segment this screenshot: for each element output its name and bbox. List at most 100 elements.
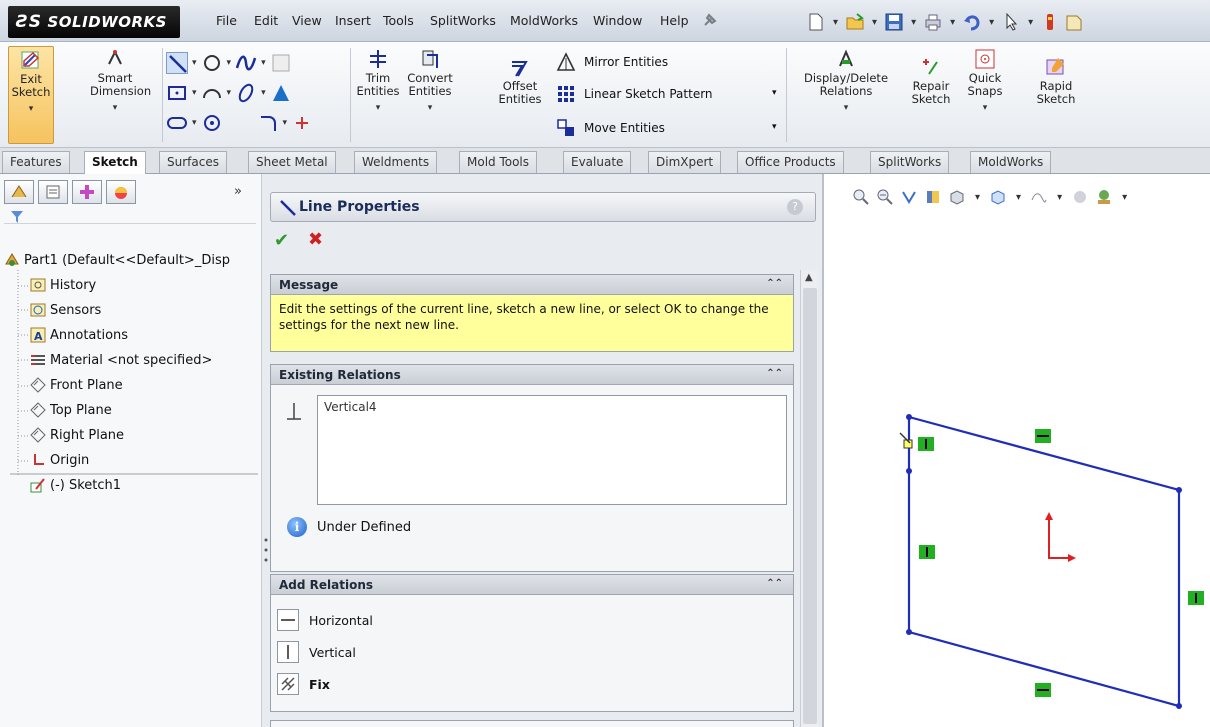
tab-weldments[interactable]: Weldments: [354, 151, 438, 173]
undo-icon[interactable]: [962, 12, 982, 32]
fillet-dropdown-icon[interactable]: ▾: [283, 118, 288, 128]
tab-sheet-metal[interactable]: Sheet Metal: [248, 151, 336, 173]
tree-root-part[interactable]: Part1 (Default<<Default>_Disp: [4, 252, 230, 268]
quick-snaps-button[interactable]: Quick Snaps ▾: [962, 48, 1008, 115]
horizontal-relation-marker[interactable]: [1035, 683, 1051, 697]
tree-item-sketch1[interactable]: (-) Sketch1: [30, 477, 121, 493]
line-tool-icon[interactable]: [166, 52, 188, 74]
tree-item-history[interactable]: History: [30, 277, 96, 293]
text-tool-icon[interactable]: [270, 82, 292, 104]
menu-splitworks[interactable]: SplitWorks: [430, 13, 496, 28]
help-button[interactable]: ?: [787, 199, 803, 215]
tab-office-products[interactable]: Office Products: [737, 151, 844, 173]
graphics-area[interactable]: ▾ ▾ ▾ ▾: [822, 174, 1210, 727]
vertical-relation-marker[interactable]: [1188, 591, 1204, 605]
new-document-icon[interactable]: [806, 12, 826, 32]
tree-item-origin[interactable]: Origin: [30, 452, 89, 468]
sketch-parallelogram[interactable]: [907, 415, 1181, 708]
line-dropdown-icon[interactable]: ▾: [192, 58, 197, 68]
solidworks-logo[interactable]: ƧS SOLIDWORKS: [8, 6, 180, 38]
tab-surfaces[interactable]: Surfaces: [159, 151, 227, 173]
exit-sketch-button[interactable]: Exit Sketch ▾: [8, 46, 54, 144]
repair-sketch-button[interactable]: Repair Sketch: [908, 56, 954, 106]
menu-edit[interactable]: Edit: [254, 13, 278, 28]
menu-moldworks[interactable]: MoldWorks: [510, 13, 578, 28]
pattern-dropdown-icon[interactable]: ▾: [772, 88, 777, 98]
quick-snaps-dropdown-icon[interactable]: ▾: [962, 102, 1008, 115]
fillet-tool-icon[interactable]: [257, 112, 279, 134]
arc-tool-icon[interactable]: [201, 82, 223, 104]
ok-button[interactable]: ✔: [274, 230, 289, 251]
collapse-chevron-icon[interactable]: ⌃⌃: [766, 278, 783, 289]
cancel-button[interactable]: ✖: [308, 229, 323, 250]
convert-entities-button[interactable]: Convert Entities ▾: [404, 48, 456, 115]
sketch-vertex[interactable]: [1176, 487, 1182, 493]
add-relation-horizontal[interactable]: Horizontal: [277, 609, 373, 631]
offset-entities-button[interactable]: Offset Entities: [494, 56, 546, 106]
tab-sketch[interactable]: Sketch: [84, 151, 146, 174]
relation-item-vertical4[interactable]: Vertical4: [324, 400, 377, 414]
vertical-relation-marker[interactable]: [918, 437, 934, 451]
mirror-entities-button[interactable]: Mirror Entities: [556, 52, 668, 72]
rectangle-tool-icon[interactable]: [166, 82, 188, 104]
exit-sketch-dropdown-icon[interactable]: ▾: [9, 103, 53, 116]
print-icon[interactable]: [923, 12, 943, 32]
file-properties-icon[interactable]: [1064, 12, 1084, 32]
tab-moldworks[interactable]: MoldWorks: [970, 151, 1052, 173]
open-folder-icon[interactable]: [845, 12, 865, 32]
tab-features[interactable]: Features: [2, 151, 70, 173]
tree-item-annotations[interactable]: A Annotations: [30, 327, 128, 343]
horizontal-relation-marker[interactable]: [1035, 429, 1051, 443]
tree-item-sensors[interactable]: Sensors: [30, 302, 101, 318]
sketch-vertex[interactable]: [906, 629, 912, 635]
sketch-midpoint[interactable]: [906, 468, 912, 474]
rapid-sketch-button[interactable]: Rapid Sketch: [1030, 56, 1082, 106]
display-delete-relations-button[interactable]: Display/Delete Relations ▾: [792, 48, 900, 115]
tab-evaluate[interactable]: Evaluate: [563, 151, 632, 173]
add-relations-header[interactable]: Add Relations ⌃⌃: [271, 575, 793, 595]
trim-entities-button[interactable]: Trim Entities ▾: [356, 48, 400, 115]
slot-dropdown-icon[interactable]: ▾: [192, 118, 197, 128]
spline-tool-icon[interactable]: [235, 52, 257, 74]
smart-dimension-dropdown-icon[interactable]: ▾: [72, 102, 158, 115]
sketch-canvas[interactable]: [824, 174, 1210, 727]
message-group-header[interactable]: Message ⌃⌃: [271, 275, 793, 295]
tab-dimxpert[interactable]: DimXpert: [648, 151, 722, 173]
tree-item-front-plane[interactable]: Front Plane: [30, 377, 123, 393]
menu-view[interactable]: View: [292, 13, 322, 28]
tab-mold-tools[interactable]: Mold Tools: [459, 151, 538, 173]
new-dropdown-icon[interactable]: ▾: [833, 17, 838, 28]
move-dropdown-icon[interactable]: ▾: [772, 122, 777, 132]
scroll-up-arrow-icon[interactable]: ▲: [805, 272, 813, 283]
trim-dropdown-icon[interactable]: ▾: [356, 102, 400, 115]
move-entities-button[interactable]: Move Entities: [556, 118, 665, 138]
spline-dropdown-icon[interactable]: ▾: [261, 58, 266, 68]
print-dropdown-icon[interactable]: ▾: [950, 17, 955, 28]
sketch-vertex[interactable]: [1176, 703, 1182, 709]
ellipse-dropdown-icon[interactable]: ▾: [261, 88, 266, 98]
sketch-picture-icon[interactable]: [270, 52, 292, 74]
smart-dimension-button[interactable]: Smart Dimension ▾: [72, 48, 158, 115]
select-dropdown-icon[interactable]: ▾: [1028, 17, 1033, 28]
collapse-chevron-icon[interactable]: ⌃⌃: [766, 578, 783, 589]
arc-dropdown-icon[interactable]: ▾: [227, 88, 232, 98]
menu-insert[interactable]: Insert: [335, 13, 371, 28]
pin-icon[interactable]: [700, 10, 720, 33]
existing-relations-list[interactable]: Vertical4: [317, 395, 787, 505]
menu-window[interactable]: Window: [593, 13, 642, 28]
tree-item-material[interactable]: Material <not specified>: [30, 352, 212, 368]
rebuild-icon[interactable]: [1040, 12, 1060, 32]
slot-tool-icon[interactable]: [166, 112, 188, 134]
sketch-vertex[interactable]: [906, 414, 912, 420]
add-relation-fix[interactable]: Fix: [277, 673, 330, 695]
point-tool-icon[interactable]: [291, 112, 313, 134]
linear-sketch-pattern-button[interactable]: Linear Sketch Pattern: [556, 84, 713, 104]
tab-splitworks[interactable]: SplitWorks: [870, 151, 950, 173]
display-relations-dropdown-icon[interactable]: ▾: [792, 102, 900, 115]
polygon-tool-icon[interactable]: [201, 112, 223, 134]
circle-dropdown-icon[interactable]: ▾: [227, 58, 232, 68]
menu-tools[interactable]: Tools: [383, 13, 414, 28]
circle-tool-icon[interactable]: [201, 52, 223, 74]
select-pointer-icon[interactable]: [1001, 12, 1021, 32]
vertical-relation-marker[interactable]: [919, 545, 935, 559]
